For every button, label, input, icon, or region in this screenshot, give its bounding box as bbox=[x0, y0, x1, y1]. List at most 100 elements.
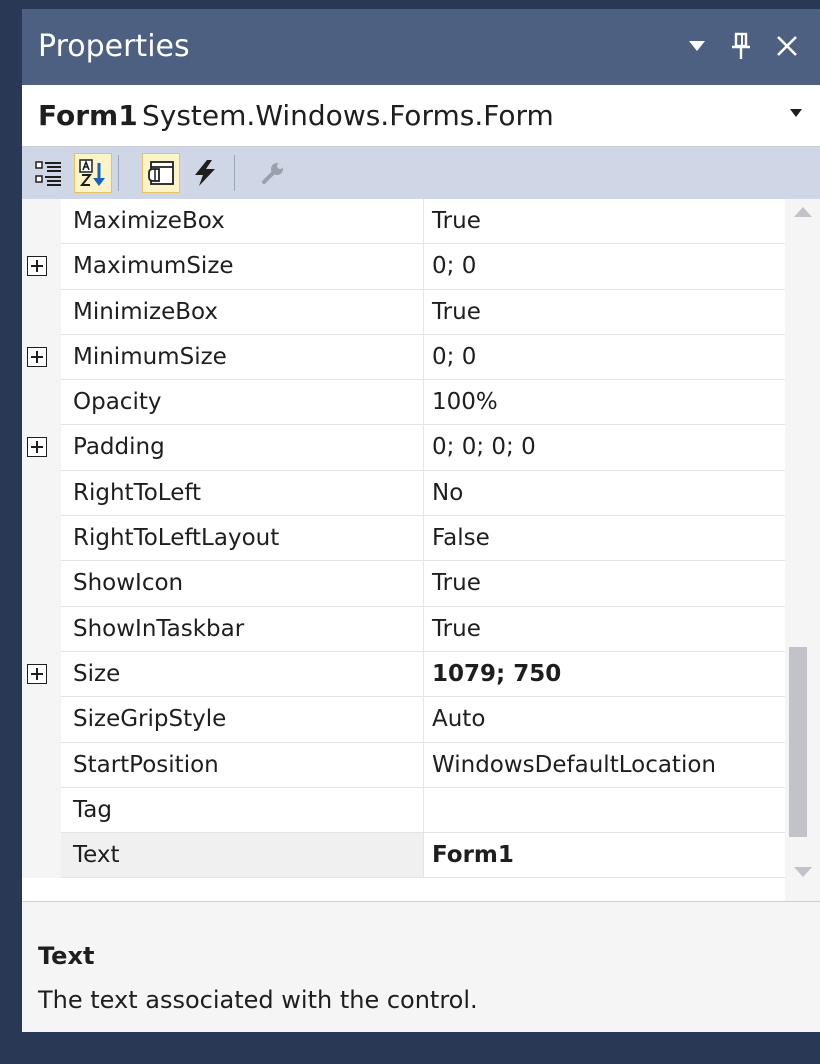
scroll-thumb[interactable] bbox=[789, 647, 807, 837]
description-text: The text associated with the control. bbox=[38, 986, 478, 1014]
row-gutter bbox=[22, 742, 61, 788]
property-name[interactable]: MinimizeBox bbox=[61, 289, 424, 335]
object-selector[interactable]: Form1 System.Windows.Forms.Form bbox=[22, 85, 820, 147]
scroll-up-button[interactable] bbox=[785, 207, 820, 231]
property-value[interactable]: 1079; 750 bbox=[424, 652, 785, 698]
categorized-button[interactable] bbox=[30, 153, 68, 193]
property-grid[interactable]: MaximizeBox True MaximumSize 0; 0 MinimizeBo… bbox=[22, 199, 820, 901]
property-row[interactable]: Size 1079; 750 bbox=[22, 651, 785, 698]
property-name[interactable]: RightToLeftLayout bbox=[61, 516, 424, 562]
property-name[interactable]: Size bbox=[61, 651, 424, 698]
property-value[interactable]: 0; 0; 0; 0 bbox=[424, 425, 785, 471]
property-name[interactable]: MinimumSize bbox=[61, 334, 424, 381]
title-bar[interactable]: Properties bbox=[22, 9, 820, 85]
property-pages-button[interactable] bbox=[254, 153, 292, 193]
lightning-icon bbox=[195, 160, 215, 186]
row-gutter bbox=[22, 516, 61, 562]
property-name[interactable]: SizeGripStyle bbox=[61, 697, 424, 743]
property-name[interactable]: StartPosition bbox=[61, 742, 424, 788]
property-name[interactable]: MaximizeBox bbox=[61, 199, 424, 245]
property-value[interactable]: Auto bbox=[424, 697, 785, 743]
properties-window: Properties Form1 System.Windows.Forms.Fo… bbox=[22, 9, 820, 1032]
row-gutter bbox=[22, 833, 61, 879]
property-row[interactable]: ShowInTaskbar True bbox=[22, 606, 785, 652]
close-button[interactable] bbox=[766, 23, 808, 69]
window-options-button[interactable] bbox=[676, 23, 718, 69]
properties-toolbar bbox=[22, 147, 820, 199]
property-value[interactable]: False bbox=[424, 516, 785, 562]
triangle-down-icon bbox=[689, 41, 705, 51]
bottom-background-strip bbox=[0, 1032, 820, 1064]
property-row[interactable]: RightToLeftLayout False bbox=[22, 516, 785, 562]
left-background-strip bbox=[0, 9, 22, 1064]
property-value[interactable]: 0; 0 bbox=[424, 335, 785, 381]
window-title: Properties bbox=[38, 29, 190, 64]
property-value[interactable] bbox=[424, 788, 785, 834]
property-row[interactable]: Tag bbox=[22, 787, 785, 834]
properties-button[interactable] bbox=[142, 153, 180, 193]
selected-object-type: System.Windows.Forms.Form bbox=[142, 99, 554, 132]
property-value[interactable]: WindowsDefaultLocation bbox=[424, 743, 785, 788]
property-value[interactable]: True bbox=[424, 199, 785, 245]
property-row[interactable]: RightToLeft No bbox=[22, 470, 785, 517]
property-name[interactable]: ShowInTaskbar bbox=[61, 606, 424, 652]
property-row[interactable]: MaximumSize 0; 0 bbox=[22, 244, 785, 290]
row-gutter bbox=[22, 470, 61, 517]
property-name[interactable]: Text bbox=[61, 833, 424, 879]
property-value[interactable]: True bbox=[424, 607, 785, 652]
property-value[interactable]: True bbox=[424, 290, 785, 335]
property-row[interactable]: MaximizeBox True bbox=[22, 199, 785, 245]
property-value[interactable]: Form1 bbox=[424, 833, 785, 879]
row-gutter bbox=[22, 787, 61, 834]
property-row[interactable]: MinimizeBox True bbox=[22, 289, 785, 335]
toolbar-separator bbox=[118, 155, 119, 191]
pin-button[interactable] bbox=[720, 23, 762, 69]
description-pane: Text The text associated with the contro… bbox=[22, 901, 820, 1032]
wrench-icon bbox=[262, 163, 283, 184]
row-gutter bbox=[22, 606, 61, 652]
row-gutter bbox=[22, 561, 61, 607]
categorized-icon bbox=[35, 161, 61, 186]
selected-object-name: Form1 bbox=[38, 99, 138, 132]
pin-icon bbox=[732, 32, 750, 59]
property-row[interactable]: ShowIcon True bbox=[22, 561, 785, 607]
toolbar-separator bbox=[234, 155, 235, 191]
triangle-down-icon bbox=[793, 867, 812, 877]
expand-plus-icon[interactable] bbox=[27, 663, 47, 684]
property-rows: MaximizeBox True MaximumSize 0; 0 MinimizeBo… bbox=[22, 199, 785, 879]
property-value[interactable]: 100% bbox=[424, 380, 785, 426]
row-gutter bbox=[22, 289, 61, 335]
sort-az-icon bbox=[79, 159, 105, 186]
property-row[interactable]: Padding 0; 0; 0; 0 bbox=[22, 425, 785, 471]
row-gutter bbox=[22, 697, 61, 743]
property-value[interactable]: True bbox=[424, 561, 785, 607]
triangle-up-icon bbox=[793, 207, 812, 217]
property-row[interactable]: Text Form1 bbox=[22, 833, 785, 879]
row-gutter bbox=[22, 199, 61, 245]
property-value[interactable]: No bbox=[424, 471, 785, 517]
chevron-down-icon[interactable] bbox=[790, 109, 802, 117]
property-name[interactable]: Opacity bbox=[61, 380, 424, 426]
property-value[interactable]: 0; 0 bbox=[424, 244, 785, 290]
property-name[interactable]: MaximumSize bbox=[61, 244, 424, 290]
properties-icon bbox=[148, 161, 174, 185]
property-row[interactable]: SizeGripStyle Auto bbox=[22, 697, 785, 743]
property-name[interactable]: Padding bbox=[61, 425, 424, 471]
property-row[interactable]: MinimumSize 0; 0 bbox=[22, 334, 785, 381]
expand-plus-icon[interactable] bbox=[27, 256, 47, 277]
events-button[interactable] bbox=[186, 153, 224, 193]
property-name[interactable]: ShowIcon bbox=[61, 561, 424, 607]
vertical-scrollbar[interactable] bbox=[785, 199, 820, 901]
property-name[interactable]: Tag bbox=[61, 787, 424, 834]
alphabetical-button[interactable] bbox=[74, 153, 112, 193]
row-gutter bbox=[22, 380, 61, 426]
expand-plus-icon[interactable] bbox=[27, 346, 47, 367]
close-icon bbox=[777, 36, 797, 56]
description-title: Text bbox=[38, 942, 95, 970]
expand-plus-icon[interactable] bbox=[27, 437, 47, 458]
property-row[interactable]: StartPosition WindowsDefaultLocation bbox=[22, 742, 785, 788]
property-name[interactable]: RightToLeft bbox=[61, 470, 424, 517]
property-row[interactable]: Opacity 100% bbox=[22, 380, 785, 426]
scroll-down-button[interactable] bbox=[785, 867, 820, 891]
top-background-strip bbox=[0, 0, 820, 9]
